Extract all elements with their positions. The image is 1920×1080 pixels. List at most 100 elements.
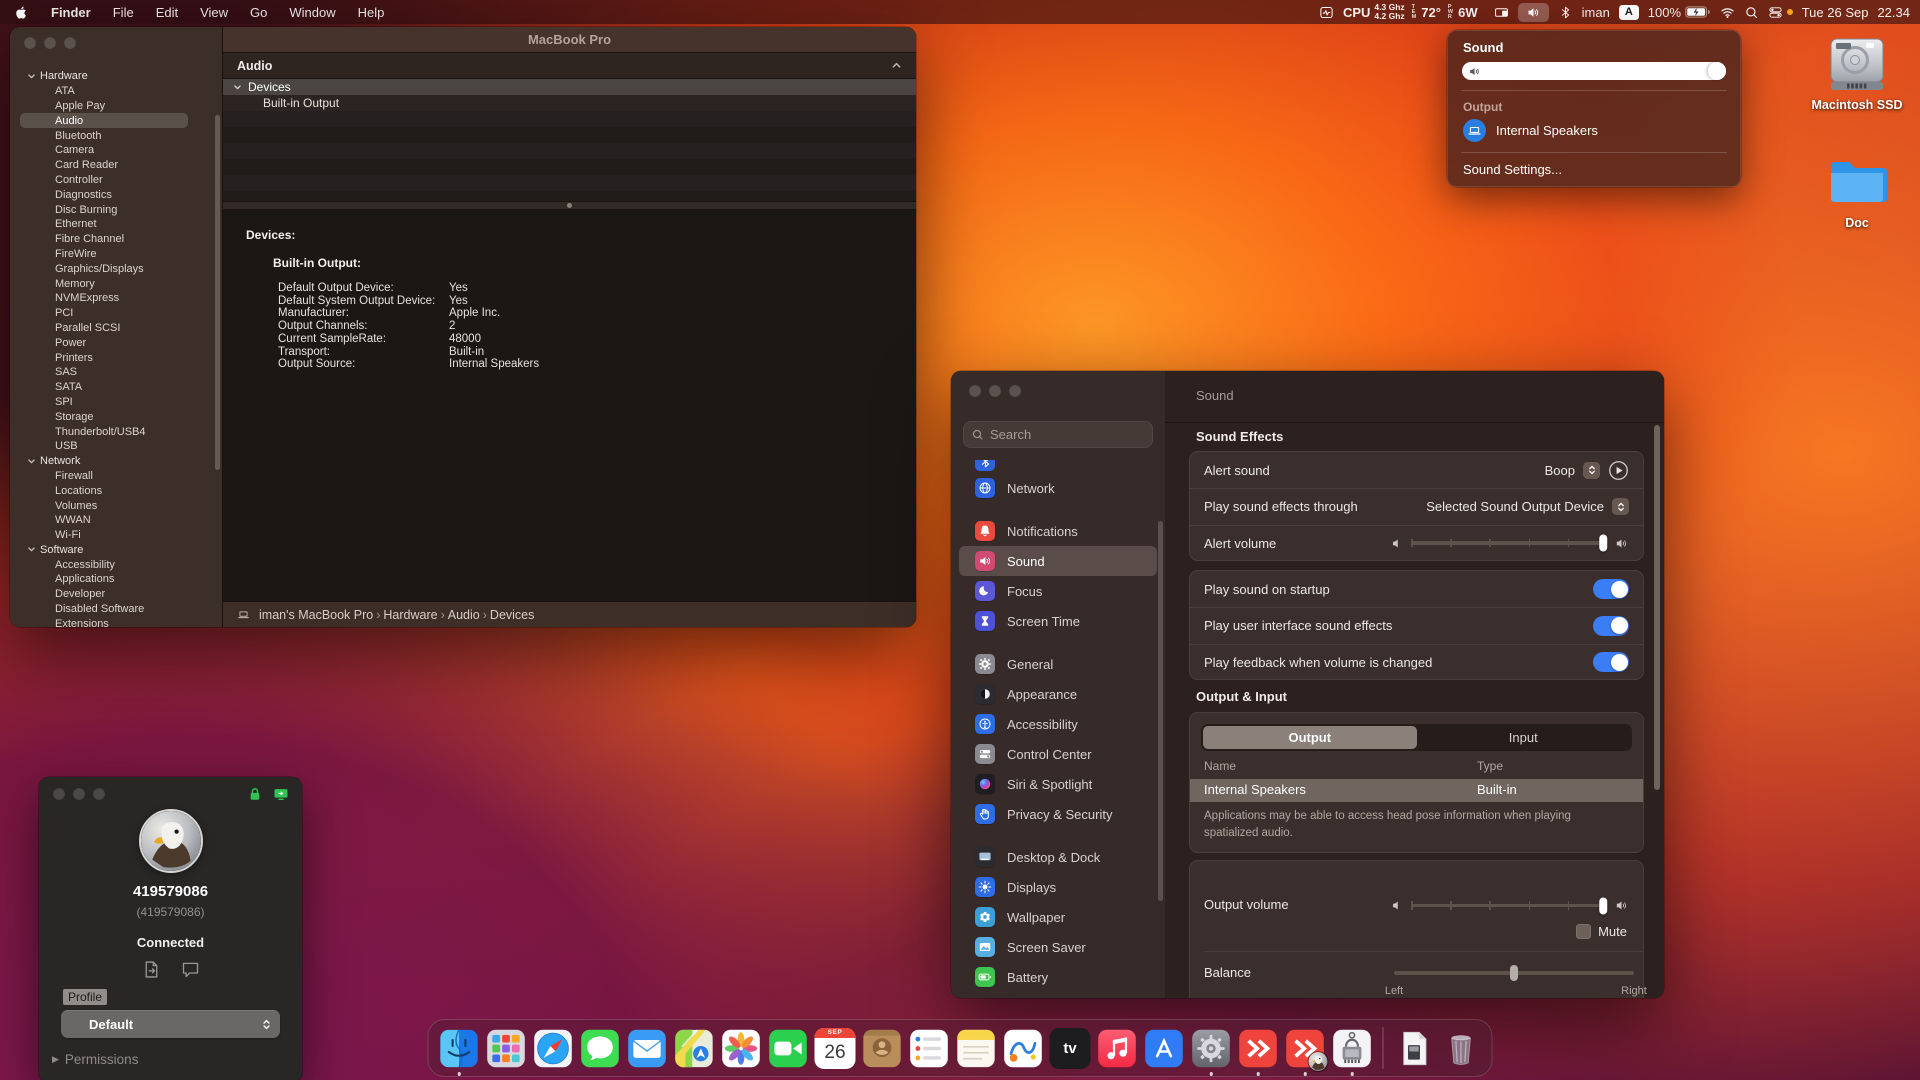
dock-hardware-monitor[interactable] bbox=[1332, 1028, 1373, 1069]
menu-view[interactable]: View bbox=[189, 5, 239, 20]
dock-messages[interactable] bbox=[580, 1028, 621, 1069]
sound-menu-icon[interactable] bbox=[1518, 3, 1549, 22]
minimize-button[interactable] bbox=[73, 788, 85, 800]
desktop-icon-doc[interactable]: Doc bbox=[1807, 150, 1907, 230]
sysinfo-item-apple-pay[interactable]: Apple Pay bbox=[10, 99, 218, 114]
sysinfo-item-ata[interactable]: ATA bbox=[10, 84, 218, 99]
input-source-badge[interactable]: A bbox=[1619, 5, 1639, 20]
dock-contacts[interactable] bbox=[862, 1028, 903, 1069]
sysinfo-item-wwan[interactable]: WWAN bbox=[10, 513, 218, 528]
temperature-value[interactable]: 72° bbox=[1421, 5, 1441, 20]
sidebar-item-desktop-dock[interactable]: Desktop & Dock bbox=[959, 842, 1157, 872]
dock-tv[interactable]: tv bbox=[1050, 1028, 1091, 1069]
sidebar-item-control-center[interactable]: Control Center bbox=[959, 739, 1157, 769]
sound-settings-link[interactable]: Sound Settings... bbox=[1463, 162, 1562, 177]
alert-sound-dropdown[interactable] bbox=[1583, 462, 1600, 479]
breadcrumb-item-audio[interactable]: Audio bbox=[448, 608, 480, 622]
sysinfo-item-printers[interactable]: Printers bbox=[10, 350, 218, 365]
activity-monitor-icon[interactable] bbox=[1319, 5, 1334, 20]
user-menu[interactable]: iman bbox=[1582, 5, 1610, 20]
sidebar-item-network[interactable]: Network bbox=[959, 473, 1157, 503]
sidebar-item-displays[interactable]: Displays bbox=[959, 872, 1157, 902]
screen-mirroring-icon[interactable] bbox=[1494, 5, 1509, 20]
battery-percent[interactable]: 100% bbox=[1648, 5, 1681, 20]
output-device-row[interactable]: Internal Speakers bbox=[1463, 119, 1598, 142]
sidebar-item-focus[interactable]: Focus bbox=[959, 576, 1157, 606]
close-button[interactable] bbox=[53, 788, 65, 800]
dock-freeform[interactable] bbox=[1003, 1028, 1044, 1069]
balance-slider[interactable] bbox=[1394, 971, 1634, 975]
zoom-button[interactable] bbox=[93, 788, 105, 800]
dock-calendar[interactable]: SEP26 bbox=[815, 1028, 856, 1069]
menubar-date[interactable]: Tue 26 Sep bbox=[1802, 5, 1869, 20]
sysinfo-item-firewire[interactable]: FireWire bbox=[10, 247, 218, 262]
chat-icon[interactable] bbox=[180, 959, 201, 980]
sysinfo-item-card-reader[interactable]: Card Reader bbox=[10, 158, 218, 173]
play-through-dropdown[interactable] bbox=[1612, 498, 1629, 515]
sysinfo-item-storage[interactable]: Storage bbox=[10, 409, 218, 424]
sidebar-item-sound[interactable]: Sound bbox=[959, 546, 1157, 576]
section-header[interactable]: Audio bbox=[223, 52, 916, 79]
sysinfo-item-spi[interactable]: SPI bbox=[10, 395, 218, 410]
window-controls[interactable] bbox=[24, 37, 76, 49]
dock-maps[interactable] bbox=[674, 1028, 715, 1069]
profile-dropdown[interactable]: Default bbox=[61, 1010, 280, 1038]
sysinfo-item-nvmexpress[interactable]: NVMExpress bbox=[10, 291, 218, 306]
dock-reminders[interactable] bbox=[909, 1028, 950, 1069]
dock-app-store[interactable] bbox=[1144, 1028, 1185, 1069]
dock-system-settings[interactable] bbox=[1191, 1028, 1232, 1069]
sysinfo-item-locations[interactable]: Locations bbox=[10, 483, 218, 498]
dock-music[interactable] bbox=[1097, 1028, 1138, 1069]
sysinfo-group-network[interactable]: Network bbox=[10, 454, 218, 469]
sidebar-scrollbar[interactable] bbox=[215, 115, 220, 470]
breadcrumb-item-iman-s-macbook-pro[interactable]: iman's MacBook Pro bbox=[259, 608, 373, 622]
menu-file[interactable]: File bbox=[102, 5, 145, 20]
chevron-up-icon[interactable] bbox=[891, 60, 902, 71]
sysinfo-item-usb[interactable]: USB bbox=[10, 439, 218, 454]
sysinfo-item-firewall[interactable]: Firewall bbox=[10, 469, 218, 484]
output-volume-slider[interactable] bbox=[1411, 904, 1607, 908]
zoom-button[interactable] bbox=[64, 37, 76, 49]
mute-checkbox[interactable] bbox=[1576, 924, 1591, 939]
slider-knob[interactable] bbox=[1599, 897, 1607, 914]
sysinfo-item-power[interactable]: Power bbox=[10, 335, 218, 350]
sysinfo-item-extensions[interactable]: Extensions bbox=[10, 616, 218, 627]
chevron-down-icon[interactable] bbox=[233, 83, 242, 92]
clipped-sidebar-item[interactable] bbox=[975, 460, 995, 472]
sysinfo-item-developer[interactable]: Developer bbox=[10, 587, 218, 602]
dock-safari[interactable] bbox=[533, 1028, 574, 1069]
sysinfo-item-volumes[interactable]: Volumes bbox=[10, 498, 218, 513]
window-controls[interactable] bbox=[53, 788, 105, 800]
menu-help[interactable]: Help bbox=[347, 5, 396, 20]
tab-output[interactable]: Output bbox=[1203, 726, 1417, 749]
sysinfo-item-applications[interactable]: Applications bbox=[10, 572, 218, 587]
wifi-icon[interactable] bbox=[1720, 5, 1735, 20]
sysinfo-item-wi-fi[interactable]: Wi-Fi bbox=[10, 528, 218, 543]
alert-volume-slider[interactable] bbox=[1411, 541, 1607, 545]
minimize-button[interactable] bbox=[989, 385, 1001, 397]
sysinfo-item-fibre-channel[interactable]: Fibre Channel bbox=[10, 232, 218, 247]
breadcrumb-item-hardware[interactable]: Hardware bbox=[383, 608, 437, 622]
pane-splitter[interactable] bbox=[223, 201, 916, 210]
control-center-icon[interactable] bbox=[1768, 5, 1783, 20]
cpu-label[interactable]: CPU bbox=[1343, 5, 1370, 20]
dock-mail[interactable] bbox=[627, 1028, 668, 1069]
close-button[interactable] bbox=[24, 37, 36, 49]
spotlight-search-icon[interactable] bbox=[1744, 5, 1759, 20]
power-value[interactable]: 6W bbox=[1458, 5, 1478, 20]
permissions-disclosure[interactable]: ▶ Permissions bbox=[52, 1052, 138, 1067]
table-row-devices[interactable]: Devices bbox=[223, 79, 916, 95]
content-scrollbar[interactable] bbox=[1654, 425, 1660, 790]
menu-edit[interactable]: Edit bbox=[145, 5, 189, 20]
sysinfo-item-sas[interactable]: SAS bbox=[10, 365, 218, 380]
sysinfo-item-bluetooth[interactable]: Bluetooth bbox=[10, 128, 218, 143]
sidebar-item-wallpaper[interactable]: Wallpaper bbox=[959, 902, 1157, 932]
dock-finder[interactable] bbox=[439, 1028, 480, 1069]
sidebar-item-privacy-security[interactable]: Privacy & Security bbox=[959, 799, 1157, 829]
dock-anydesk-session[interactable] bbox=[1285, 1028, 1326, 1069]
dock-trash[interactable] bbox=[1441, 1028, 1482, 1069]
sysinfo-item-ethernet[interactable]: Ethernet bbox=[10, 217, 218, 232]
toggle-switch[interactable] bbox=[1593, 652, 1629, 672]
breadcrumb-item-devices[interactable]: Devices bbox=[490, 608, 534, 622]
menu-finder[interactable]: Finder bbox=[40, 5, 102, 20]
